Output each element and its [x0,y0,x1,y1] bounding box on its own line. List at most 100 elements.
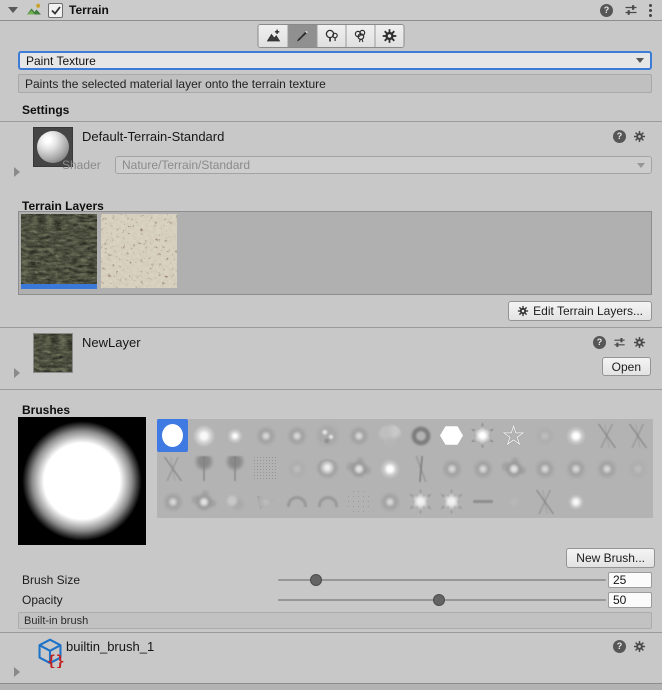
opacity-field[interactable]: 50 [608,592,652,608]
brush-item-36[interactable] [281,485,312,518]
layer-card-divider-top [0,327,662,328]
brush-item-4[interactable] [281,419,312,452]
brush-item-12[interactable] [529,419,560,452]
brush-size-knob[interactable] [310,574,322,586]
brush-thumbnail [193,456,215,481]
brush-item-25[interactable] [436,452,467,485]
brush-thumbnail [564,457,588,481]
brush-item-21[interactable] [312,452,343,485]
presets-icon[interactable] [613,336,626,349]
terrain-layer-grass[interactable] [21,214,97,289]
component-enabled-checkbox[interactable] [48,3,63,18]
brush-item-16[interactable] [157,452,188,485]
tool-paint-details[interactable] [346,25,375,47]
settings-section-header: Settings [22,103,69,117]
brush-item-20[interactable] [281,452,312,485]
paint-mode-dropdown[interactable]: Paint Texture [18,51,652,70]
brush-item-13[interactable] [560,419,591,452]
brush-item-42[interactable] [467,485,498,518]
brush-thumbnail [287,496,307,507]
tool-create-neighbor-terrains[interactable] [259,25,288,47]
brush-item-44[interactable] [529,485,560,518]
layer-thumbnail[interactable] [33,333,73,373]
brush-item-7[interactable] [374,419,405,452]
brush-item-41[interactable] [436,485,467,518]
layer-card-divider-bottom [0,389,662,390]
brush-item-1[interactable] [188,419,219,452]
brush-item-24[interactable] [405,452,436,485]
tool-paint-trees[interactable] [317,25,346,47]
shader-label: Shader [62,158,101,172]
brush-item-11[interactable] [498,419,529,452]
brush-card-divider-top [0,632,662,633]
tool-terrain-settings[interactable] [375,25,404,47]
brush-item-6[interactable] [343,419,374,452]
brush-card-foldout-icon[interactable] [14,667,20,677]
brush-size-row: Brush Size 25 [0,572,662,588]
brush-item-26[interactable] [467,452,498,485]
gear-icon[interactable] [633,336,646,349]
brush-thumbnail [409,424,433,448]
brush-item-14[interactable] [591,419,622,452]
terrain-layer-cliff[interactable] [101,214,177,288]
kebab-menu-icon[interactable] [649,4,652,17]
layer-foldout-icon[interactable] [14,368,20,378]
brush-item-19[interactable] [250,452,281,485]
brush-item-27[interactable] [498,452,529,485]
brush-item-40[interactable] [405,485,436,518]
brush-thumbnail [223,490,247,514]
help-icon[interactable]: ? [600,4,613,17]
gear-icon[interactable] [633,640,646,653]
slider-track[interactable] [278,579,606,581]
edit-terrain-layers-button[interactable]: Edit Terrain Layers... [508,301,652,321]
brush-size-slider[interactable] [278,572,606,588]
brush-item-0[interactable] [157,419,188,452]
brush-item-34[interactable] [219,485,250,518]
brush-item-2[interactable] [219,419,250,452]
tool-paint-terrain[interactable] [288,25,317,47]
presets-icon[interactable] [624,3,638,17]
brush-item-39[interactable] [374,485,405,518]
help-icon[interactable]: ? [613,130,626,143]
brush-item-5[interactable] [312,419,343,452]
help-icon[interactable]: ? [593,336,606,349]
layer-name: NewLayer [82,335,141,350]
brush-item-22[interactable] [343,452,374,485]
brush-thumbnail [161,457,185,481]
brush-item-9[interactable] [436,419,467,452]
opacity-slider[interactable] [278,592,606,608]
brush-asset-icon[interactable]: {} [35,636,65,668]
brush-item-38[interactable] [343,485,374,518]
brush-item-3[interactable] [250,419,281,452]
shader-dropdown: Nature/Terrain/Standard [115,156,652,174]
new-brush-button[interactable]: New Brush... [566,548,655,568]
brush-item-15[interactable] [622,419,653,452]
brush-item-45[interactable] [560,485,591,518]
brush-item-30[interactable] [591,452,622,485]
opacity-knob[interactable] [433,594,445,606]
foldout-arrow-icon[interactable] [8,7,18,13]
brush-item-35[interactable] [250,485,281,518]
brush-thumbnail [407,488,434,515]
brush-item-31[interactable] [622,452,653,485]
gear-icon[interactable] [633,130,646,143]
brush-item-32[interactable] [157,485,188,518]
brush-thumbnail [567,493,585,511]
brush-thumbnail [285,424,309,448]
open-layer-button[interactable]: Open [602,357,651,376]
help-icon[interactable]: ? [613,640,626,653]
brush-item-33[interactable] [188,485,219,518]
brush-item-29[interactable] [560,452,591,485]
brush-item-17[interactable] [188,452,219,485]
brush-thumbnail [378,457,402,481]
brush-item-43[interactable] [498,485,529,518]
brush-item-10[interactable] [467,419,498,452]
material-foldout-icon[interactable] [14,167,20,177]
brush-item-8[interactable] [405,419,436,452]
brush-size-field[interactable]: 25 [608,572,652,588]
brush-thumbnail [473,500,493,503]
brush-item-18[interactable] [219,452,250,485]
brush-item-37[interactable] [312,485,343,518]
brush-item-28[interactable] [529,452,560,485]
brush-item-23[interactable] [374,452,405,485]
